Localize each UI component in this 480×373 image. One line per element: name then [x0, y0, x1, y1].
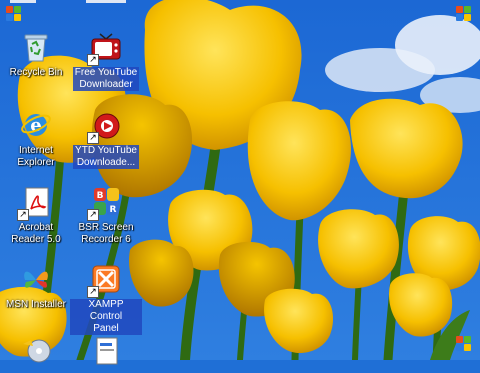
windows-logo-icon [456, 336, 472, 352]
desktop-icon-free-youtube-downloader[interactable]: ↗ Free YouTube Downloader [70, 30, 142, 91]
desktop-icon-recycle-bin[interactable]: Recycle Bin [0, 30, 72, 79]
desktop-icon-label: Free YouTube Downloader [72, 67, 140, 91]
internet-explorer-icon: e [19, 108, 53, 142]
desktop-icon-label: MSN Installer [5, 299, 66, 310]
desktop-icon-internet-explorer[interactable]: e Internet Explorer [0, 108, 72, 169]
shortcut-arrow-icon: ↗ [17, 209, 29, 221]
desktop-icon-ytd-youtube-downloader[interactable]: ↗ YTD YouTube Downloade... [70, 108, 142, 169]
top-edge-strip [10, 0, 36, 3]
svg-text:R: R [110, 205, 117, 215]
desktop-icon-label: BSR Screen Recorder 6 [78, 222, 134, 245]
shortcut-arrow-icon: ↗ [87, 54, 99, 66]
xampp-icon: ↗ [87, 262, 123, 298]
desktop-icon-partial[interactable] [70, 334, 142, 368]
desktop-icon-xampp-control-panel[interactable]: ↗ XAMPP Control Panel [70, 262, 142, 335]
desktop-icon-label: Recycle Bin [9, 67, 63, 78]
top-edge-strip [86, 0, 126, 3]
shortcut-arrow-icon: ↗ [87, 132, 99, 144]
desktop-icon-msn-installer[interactable]: MSN Installer [0, 262, 72, 311]
shortcut-arrow-icon: ↗ [87, 209, 99, 221]
desktop-icon-label: XAMPP Control Panel [70, 299, 142, 335]
windows-logo-icon [6, 6, 22, 22]
shortcut-arrow-icon: ↗ [87, 286, 99, 298]
cd-burner-icon [19, 334, 53, 368]
desktop-icon-acrobat-reader[interactable]: ↗ Acrobat Reader 5.0 [0, 185, 72, 246]
desktop-icon-label: YTD YouTube Downloade... [73, 145, 139, 169]
windows-logo-icon [456, 6, 472, 22]
bsr-icon: B R ↗ [87, 185, 123, 221]
desktop-icon-partial[interactable] [0, 334, 72, 368]
ytd-icon: ↗ [87, 108, 123, 144]
svg-text:B: B [97, 191, 104, 201]
acrobat-icon: ↗ [17, 185, 53, 221]
tv-icon: ↗ [87, 30, 123, 66]
desktop-icon-label: Acrobat Reader 5.0 [11, 222, 61, 245]
desktop-icon-label: Internet Explorer [17, 145, 55, 168]
document-icon [89, 334, 123, 368]
msn-butterfly-icon [19, 262, 53, 296]
recycle-bin-icon [19, 30, 53, 64]
desktop-icon-bsr-screen-recorder[interactable]: B R ↗ BSR Screen Recorder 6 [70, 185, 142, 246]
